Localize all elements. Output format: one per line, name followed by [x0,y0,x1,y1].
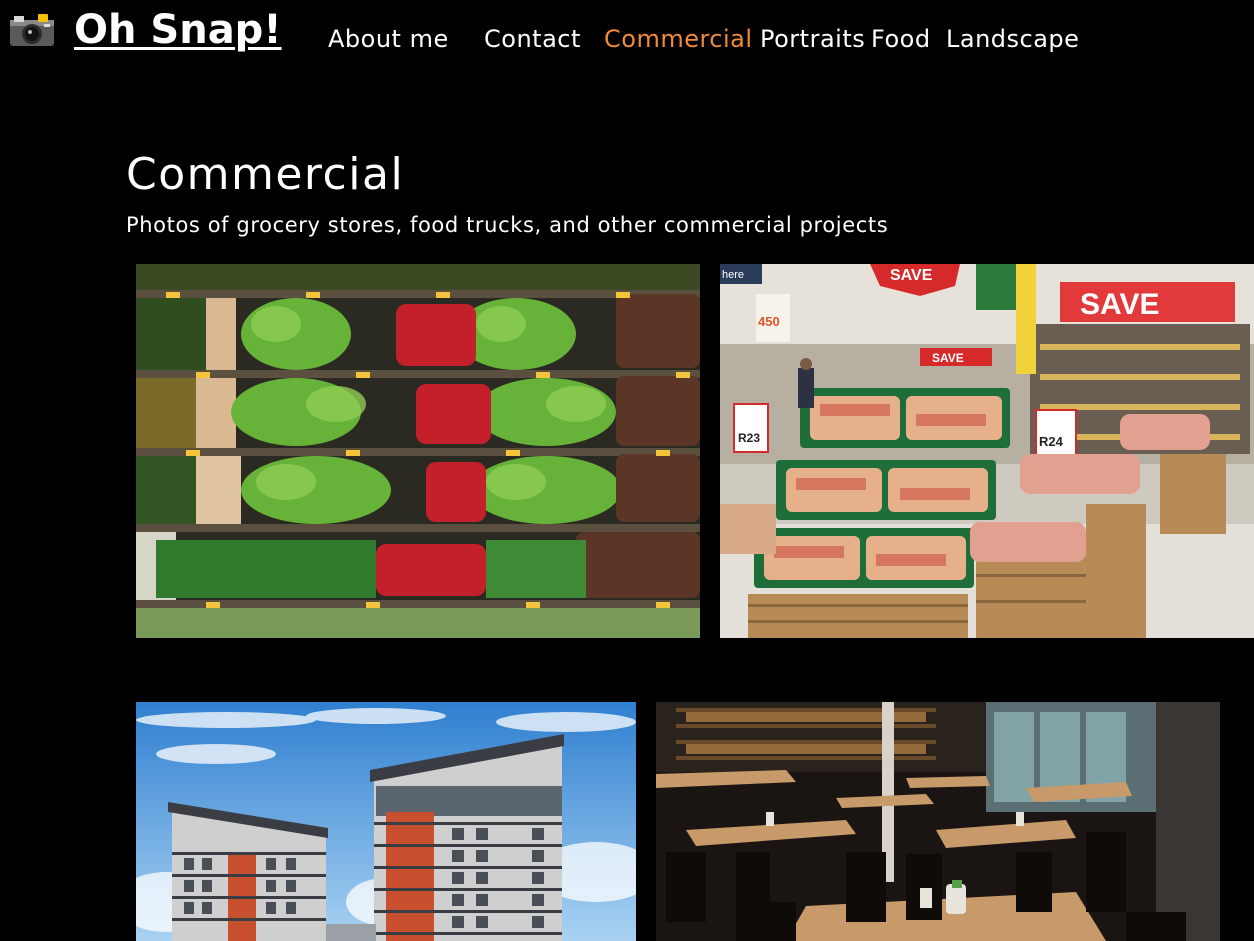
produce-shelves-image [136,264,700,638]
here-sign: here [722,269,744,281]
save-banner: SAVE [1080,288,1159,321]
nav-about-me[interactable]: About me [328,22,449,56]
nav-food[interactable]: Food [871,22,931,56]
restaurant-interior-image [656,702,1220,941]
price-card-right: R24 [1039,434,1064,449]
nav-landscape[interactable]: Landscape [946,22,1079,56]
save-tag-middle: SAVE [932,351,964,365]
photo-produce-shelves[interactable] [136,264,700,638]
page-title: Commercial [126,149,405,200]
price-sign-450: 450 [758,314,780,329]
camera-icon [10,14,54,46]
nav-portraits[interactable]: Portraits [760,22,865,56]
nav-commercial[interactable]: Commercial [604,22,753,56]
supermarket-image: SAVE SAVE here 450 SAVE R23 R24 [720,264,1254,638]
price-card-left: R23 [738,431,760,445]
nav-contact[interactable]: Contact [484,22,581,56]
photo-supermarket[interactable]: SAVE SAVE here 450 SAVE R23 R24 [720,264,1254,638]
save-top-sign: SAVE [890,267,933,284]
page: Oh Snap! About me Contact Commercial Por… [0,0,1254,941]
photo-apartment-buildings[interactable] [136,702,636,941]
site-title[interactable]: Oh Snap! [74,10,282,50]
page-subtitle: Photos of grocery stores, food trucks, a… [126,213,889,237]
site-logo[interactable]: Oh Snap! [8,10,282,50]
apartment-buildings-image [136,702,636,941]
photo-restaurant-interior[interactable] [656,702,1220,941]
